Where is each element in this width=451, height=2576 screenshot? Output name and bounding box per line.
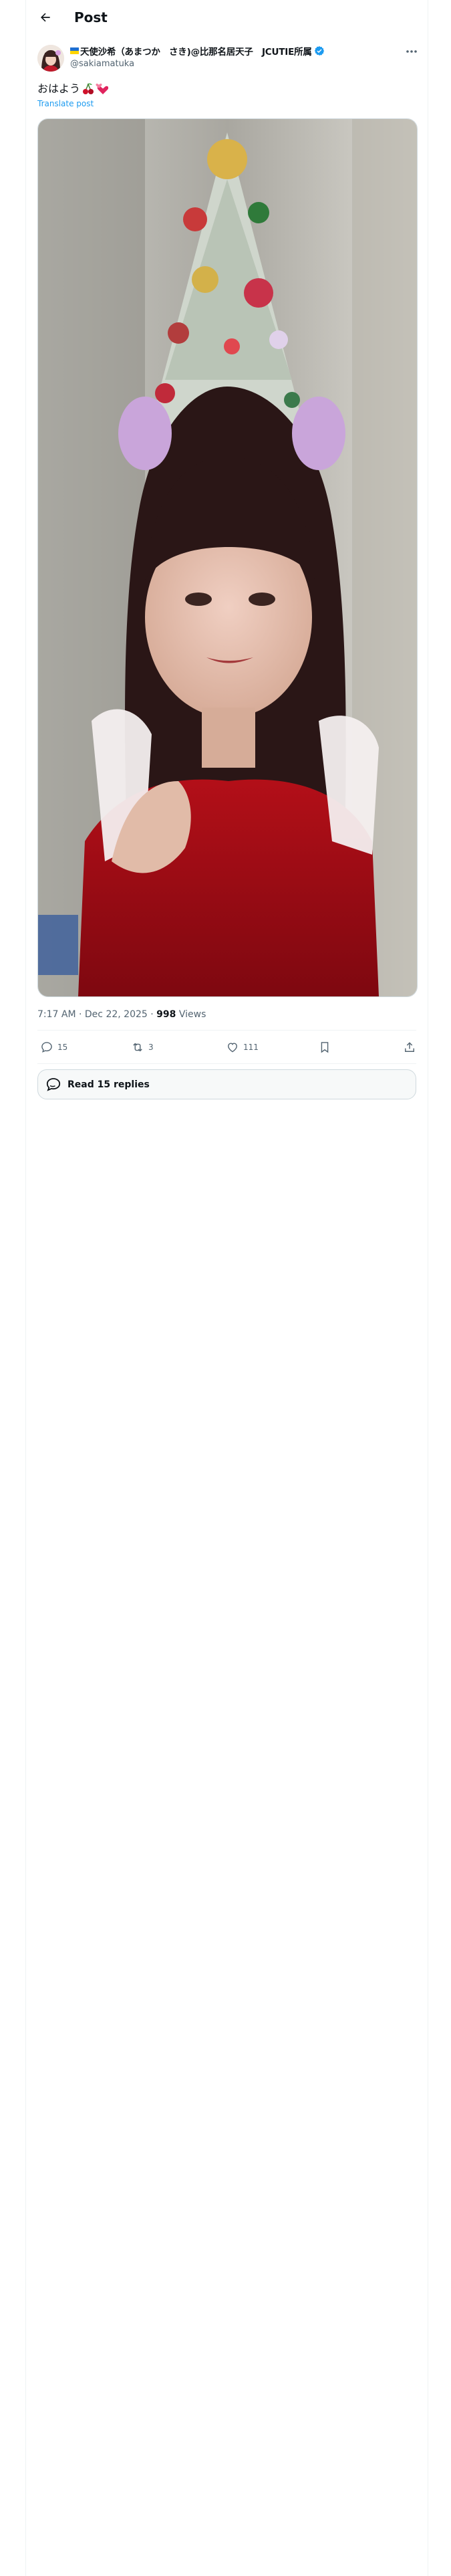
like-count: 111 — [243, 1043, 259, 1052]
avatar-image — [37, 45, 64, 72]
author-display-name: 天使沙希（あまつか さき)@比那名居天子 JCUTIE所属 — [80, 47, 312, 58]
read-replies-button[interactable]: Read 15 replies — [37, 1069, 416, 1099]
post-date[interactable]: Dec 22, 2025 — [85, 1009, 148, 1020]
two-hearts-emoji-icon — [96, 84, 109, 94]
more-horizontal-icon — [406, 50, 417, 53]
chat-bubble-icon — [46, 1077, 61, 1091]
tweet-text-content: おはよう — [37, 82, 81, 95]
ukraine-flag-icon — [70, 47, 79, 54]
read-replies-label: Read 15 replies — [67, 1079, 150, 1090]
repost-button[interactable]: 3 — [131, 1037, 154, 1057]
post-time[interactable]: 7:17 AM — [37, 1009, 76, 1020]
post-photo[interactable] — [37, 118, 418, 997]
arrow-left-icon — [41, 13, 50, 22]
author-handle[interactable]: @sakiamatuka — [70, 59, 134, 69]
meta-dot: · — [150, 1009, 154, 1020]
main-column: Post 天使沙希（あまつか さき)@比那名居天子 JCUTIE所属 @saki… — [25, 0, 428, 2576]
share-icon — [405, 1042, 414, 1052]
page-title: Post — [74, 9, 108, 25]
repost-icon — [133, 1043, 142, 1052]
avatar[interactable] — [37, 45, 64, 72]
translate-post-link[interactable]: Translate post — [37, 99, 94, 108]
back-button[interactable] — [35, 7, 55, 27]
bookmark-icon — [321, 1042, 329, 1053]
top-bar: Post — [26, 0, 428, 35]
author-name-row[interactable]: 天使沙希（あまつか さき)@比那名居天子 JCUTIE所属 — [70, 45, 325, 58]
meta-dot: · — [79, 1009, 82, 1020]
more-options-button[interactable] — [404, 45, 419, 58]
tweet-text: おはよう — [37, 82, 109, 96]
reply-count: 15 — [57, 1043, 68, 1052]
divider — [37, 1030, 416, 1031]
heart-icon — [228, 1043, 237, 1053]
share-button[interactable] — [403, 1037, 416, 1057]
reply-button[interactable]: 15 — [40, 1037, 67, 1057]
repost-count: 3 — [148, 1043, 154, 1052]
reply-icon — [41, 1042, 52, 1053]
views-label: Views — [178, 1009, 206, 1020]
bookmark-button[interactable] — [318, 1037, 331, 1057]
cherries-emoji-icon — [83, 83, 94, 94]
views-count: 998 — [156, 1009, 176, 1020]
like-button[interactable]: 111 — [226, 1037, 259, 1057]
divider — [37, 1063, 416, 1064]
post-meta: 7:17 AM · Dec 22, 2025 · 998 Views — [37, 1009, 206, 1020]
post-photo-image — [38, 119, 417, 996]
verified-badge-icon — [314, 45, 325, 56]
action-bar: 15 3 111 — [37, 1037, 416, 1057]
